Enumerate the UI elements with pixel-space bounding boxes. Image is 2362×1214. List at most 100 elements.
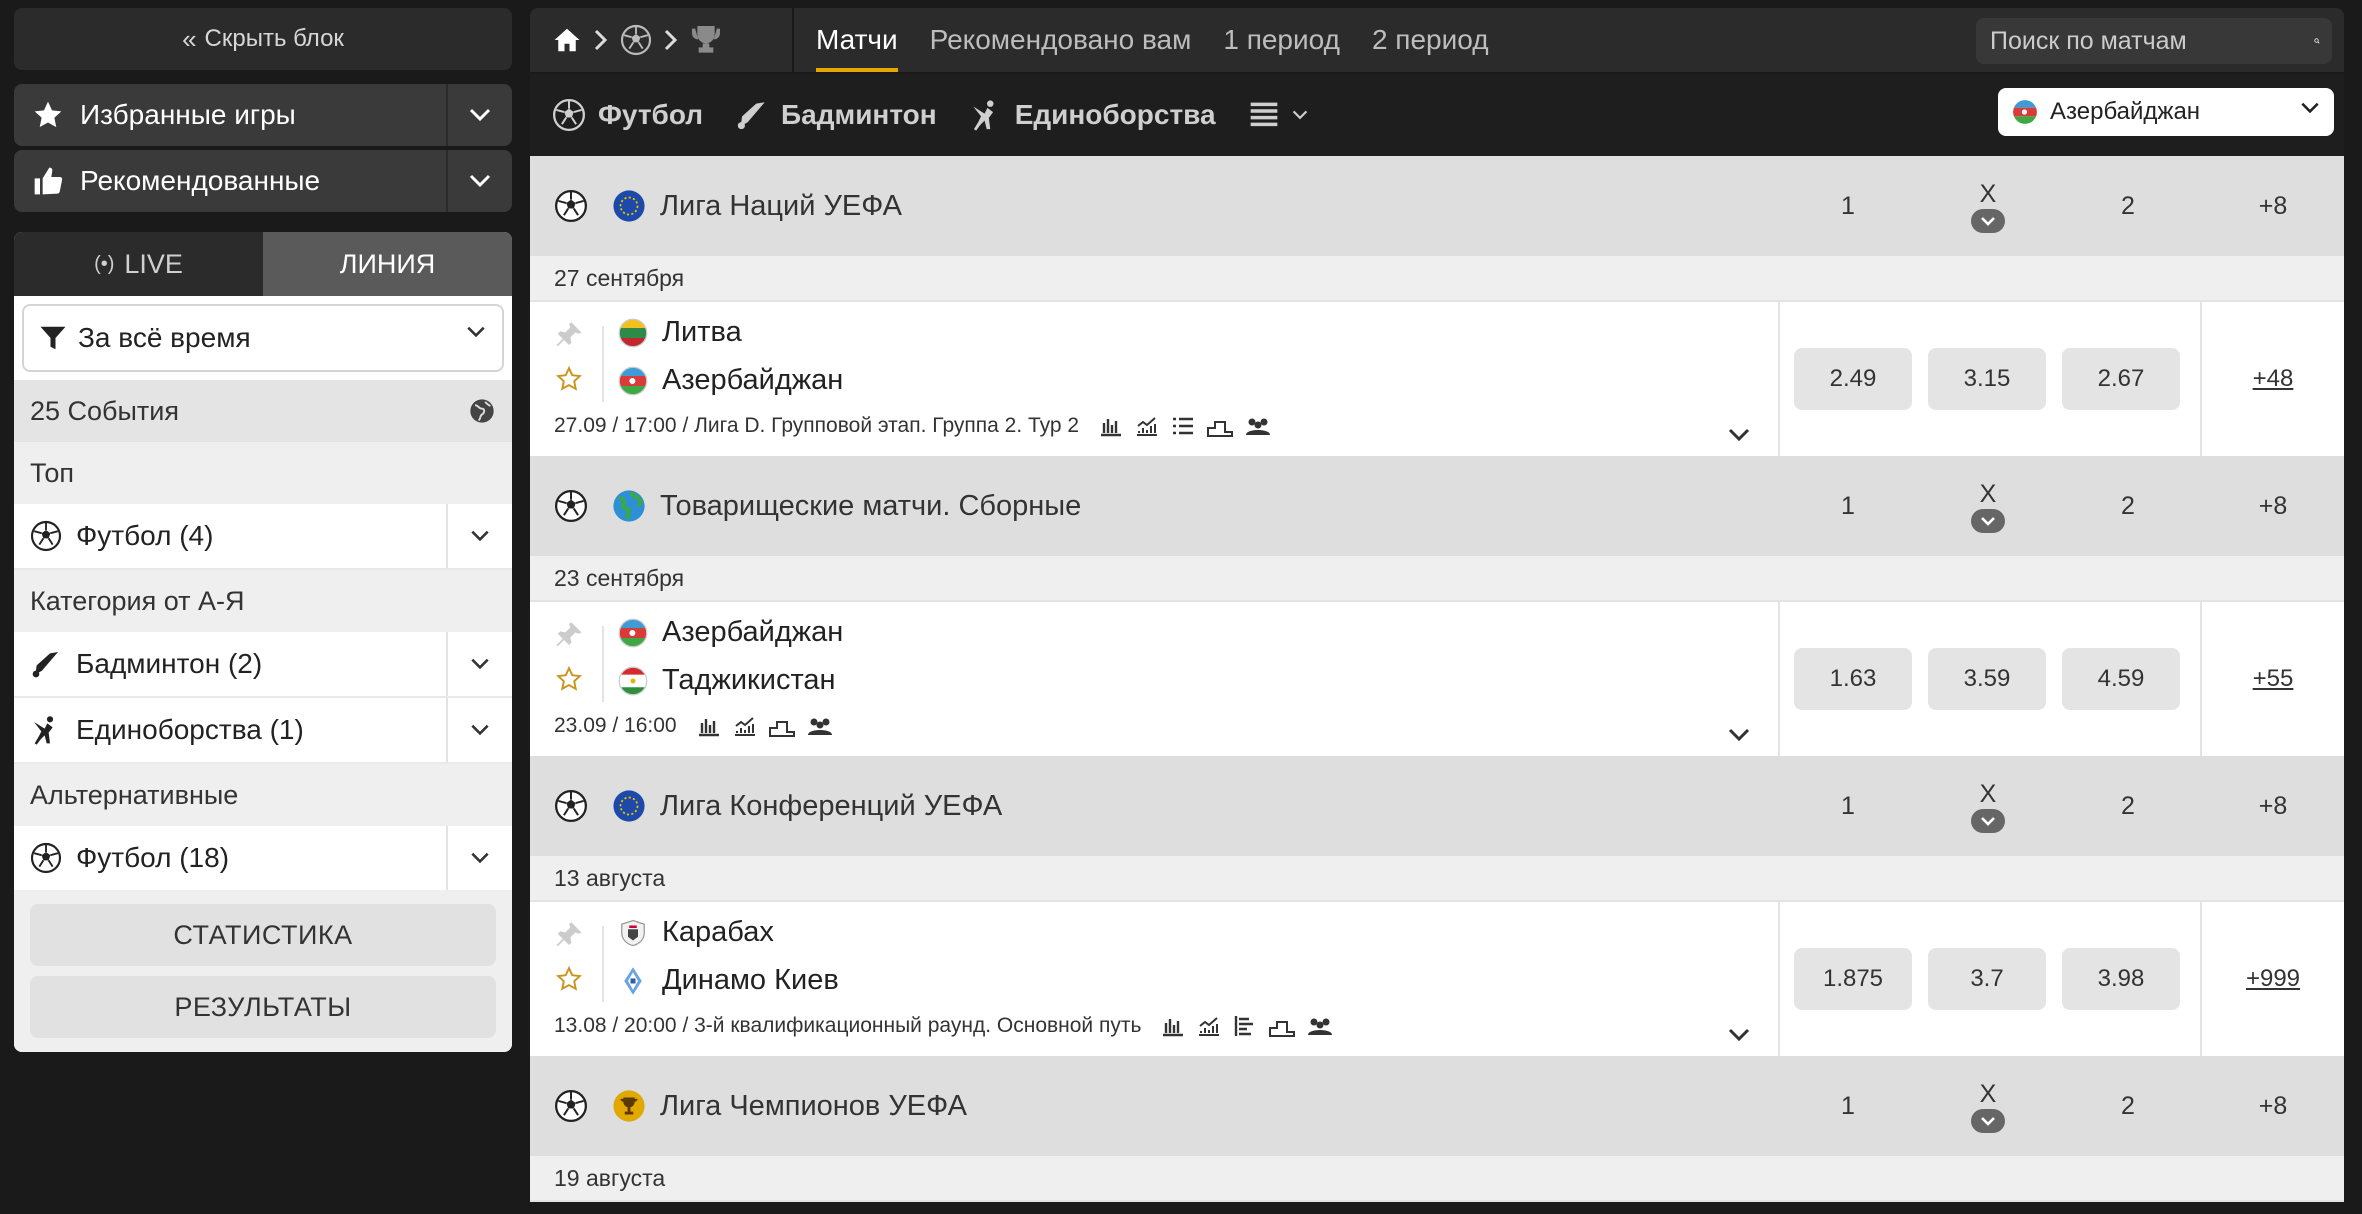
top-navigation: Матчи Рекомендовано вам 1 период 2 перио… (530, 8, 2344, 72)
col-more-header[interactable]: +8 (2202, 456, 2344, 556)
tab-period-1[interactable]: 1 период (1223, 8, 1340, 72)
home-icon[interactable] (552, 25, 582, 55)
soccer-ball-icon[interactable] (620, 24, 652, 56)
podium-icon[interactable] (1269, 1014, 1296, 1038)
bar-chart-icon[interactable] (1161, 1014, 1185, 1038)
match-tabs: Матчи Рекомендовано вам 1 период 2 перио… (816, 8, 1521, 72)
league-header[interactable]: Лига Наций УЕФА 1 X 2 +8 (530, 156, 2344, 256)
sports-bar: Футбол Бадминтон Единоборства Азербайджа… (530, 74, 2344, 156)
line-chart-icon[interactable] (733, 714, 757, 738)
odd-home[interactable]: 1.875 (1794, 948, 1912, 1010)
expand-button[interactable] (446, 504, 512, 568)
match-row[interactable]: Литва Азербайджан 27.09 / 17:00 / Лига D… (530, 302, 2344, 456)
statistics-button[interactable]: СТАТИСТИКА (30, 904, 496, 966)
search-icon[interactable] (2314, 27, 2320, 55)
favorites-expand-button[interactable] (446, 84, 512, 146)
sport-tab-badminton[interactable]: Бадминтон (735, 98, 937, 132)
more-markets-link[interactable]: +999 (2202, 902, 2344, 1056)
match-row[interactable]: Азербайджан Таджикистан 23.09 / 16:00 1.… (530, 602, 2344, 756)
search-input[interactable] (1976, 25, 2314, 57)
odd-away[interactable]: 4.59 (2062, 648, 2180, 710)
uefa-conference-league-logo-icon (613, 790, 645, 822)
country-select[interactable]: Азербайджан (1998, 88, 2334, 136)
col-more-header[interactable]: +8 (2202, 756, 2344, 856)
col-more-header[interactable]: +8 (2202, 1056, 2344, 1156)
section-top: Топ (14, 442, 512, 504)
sport-tab-martial-arts[interactable]: Единоборства (969, 98, 1216, 132)
chevron-down-icon (469, 174, 491, 188)
sidebar-item-badminton[interactable]: Бадминтон (2) (14, 632, 512, 698)
tab-period-2[interactable]: 2 период (1372, 8, 1489, 72)
hide-block-button[interactable]: « Скрыть блок (14, 8, 512, 70)
azerbaijan-flag-icon (2013, 100, 2037, 124)
match-row[interactable]: Карабах Динамо Киев 13.08 / 20:00 / 3-й … (530, 902, 2344, 1056)
sport-tab-football[interactable]: Футбол (552, 98, 703, 132)
odd-home[interactable]: 1.63 (1794, 648, 1912, 710)
tab-matches[interactable]: Матчи (816, 8, 898, 72)
odd-draw[interactable]: 3.59 (1928, 648, 2046, 710)
col-x-label: X (1979, 779, 1997, 808)
league-header[interactable]: Лига Чемпионов УЕФА 1 X 2 +8 (530, 1056, 2344, 1156)
team-lineup-icon[interactable] (1245, 414, 1271, 438)
globe-icon[interactable] (468, 397, 496, 425)
chevron-down-icon[interactable] (1728, 728, 1750, 742)
col-2-header: 2 (2121, 1091, 2135, 1120)
col-more-header[interactable]: +8 (2202, 156, 2344, 256)
expand-button[interactable] (446, 632, 512, 696)
col-x-header: X (1918, 756, 2058, 856)
soccer-ball-icon (552, 98, 586, 132)
main-content: Матчи Рекомендовано вам 1 период 2 перио… (530, 8, 2344, 1202)
sidebar-item-football-top[interactable]: Футбол (4) (14, 504, 512, 570)
trophy-icon[interactable] (690, 24, 722, 56)
results-button[interactable]: РЕЗУЛЬТАТЫ (30, 976, 496, 1038)
recommended-row[interactable]: Рекомендованные (14, 150, 512, 212)
odd-away[interactable]: 2.67 (2062, 348, 2180, 410)
sidebar-item-martial-arts[interactable]: Единоборства (1) (14, 698, 512, 764)
more-markets-link[interactable]: +55 (2202, 602, 2344, 756)
line-chart-icon[interactable] (1135, 414, 1159, 438)
chevron-down-circle-icon[interactable] (1971, 508, 2005, 533)
pin-icon[interactable] (554, 320, 584, 350)
country-label: Азербайджан (2050, 98, 2201, 125)
odd-away[interactable]: 3.98 (2062, 948, 2180, 1010)
chevron-down-circle-icon[interactable] (1971, 808, 2005, 833)
bar-chart-icon[interactable] (697, 714, 721, 738)
team-home: Карабах (618, 916, 774, 949)
league-name: Лига Чемпионов УЕФА (660, 1089, 967, 1122)
chevron-down-icon[interactable] (1728, 428, 1750, 442)
more-sports-menu[interactable] (1248, 99, 1308, 131)
list-icon[interactable] (1171, 414, 1195, 438)
tab-line[interactable]: ЛИНИЯ (263, 232, 512, 296)
odd-home[interactable]: 2.49 (1794, 348, 1912, 410)
star-outline-icon[interactable] (556, 666, 582, 692)
odd-draw[interactable]: 3.7 (1928, 948, 2046, 1010)
pin-icon[interactable] (554, 620, 584, 650)
chevron-down-circle-icon[interactable] (1971, 208, 2005, 233)
tab-recommended[interactable]: Рекомендовано вам (930, 8, 1192, 72)
chevron-down-icon[interactable] (1728, 1028, 1750, 1042)
team-lineup-icon[interactable] (1307, 1014, 1333, 1038)
podium-icon[interactable] (1207, 414, 1234, 438)
podium-icon[interactable] (768, 714, 795, 738)
tab-live[interactable]: (•) LIVE (14, 232, 263, 296)
league-header[interactable]: Товарищеские матчи. Сборные 1 X 2 +8 (530, 456, 2344, 556)
timeline-icon[interactable] (1233, 1014, 1257, 1038)
line-chart-icon[interactable] (1197, 1014, 1221, 1038)
chevron-down-circle-icon[interactable] (1971, 1108, 2005, 1133)
bar-chart-icon[interactable] (1099, 414, 1123, 438)
odd-draw[interactable]: 3.15 (1928, 348, 2046, 410)
match-meta: 23.09 / 16:00 (554, 714, 833, 738)
pin-icon[interactable] (554, 920, 584, 950)
col-1-header: 1 (1841, 491, 1855, 520)
league-header[interactable]: Лига Конференций УЕФА 1 X 2 +8 (530, 756, 2344, 856)
more-markets-link[interactable]: +48 (2202, 302, 2344, 456)
star-outline-icon[interactable] (556, 366, 582, 392)
expand-button[interactable] (446, 698, 512, 762)
team-lineup-icon[interactable] (807, 714, 833, 738)
favorites-row[interactable]: Избранные игры (14, 84, 512, 146)
expand-button[interactable] (446, 826, 512, 890)
star-outline-icon[interactable] (556, 966, 582, 992)
time-filter-select[interactable]: За всё время (22, 304, 504, 372)
recommended-expand-button[interactable] (446, 150, 512, 212)
sidebar-item-football-alt[interactable]: Футбол (18) (14, 826, 512, 890)
